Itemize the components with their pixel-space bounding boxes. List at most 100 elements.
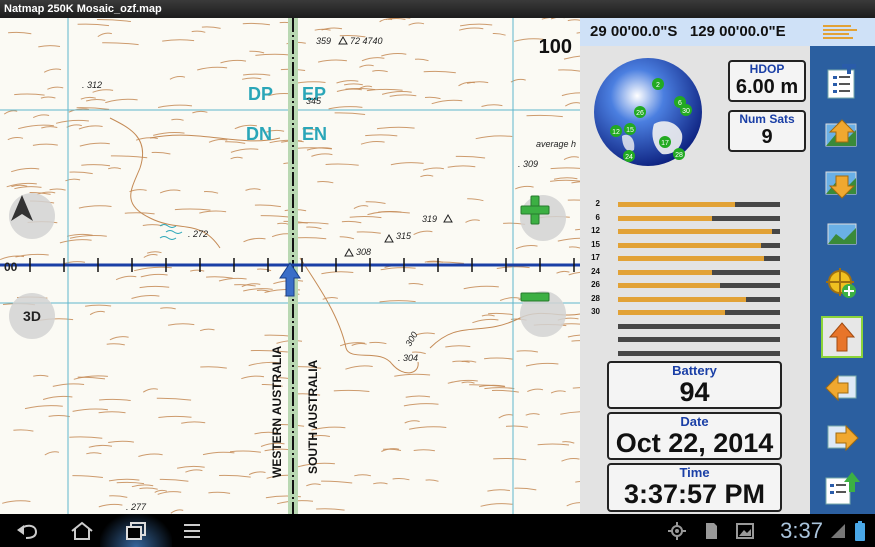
- dune-line: [339, 236, 355, 240]
- dune-line: [394, 373, 431, 377]
- dune-line: [77, 23, 110, 27]
- dune-line: [77, 376, 106, 380]
- dune-line: [557, 237, 580, 242]
- dune-line: [69, 171, 93, 175]
- time-box: Time 3:37:57 PM: [607, 463, 782, 512]
- dune-line: [140, 273, 168, 278]
- water-mark: [159, 236, 177, 240]
- spot-height-label: 359: [316, 36, 332, 46]
- dune-line: [38, 45, 61, 48]
- western-australia-label: WESTERN AUSTRALIA: [270, 345, 284, 478]
- gps-add-button[interactable]: [822, 264, 862, 304]
- dune-line: [89, 310, 105, 316]
- dune-line: [102, 42, 139, 46]
- dune-line: [336, 80, 359, 84]
- dune-line: [208, 491, 231, 494]
- dune-line: [526, 114, 563, 118]
- dune-line: [558, 69, 580, 72]
- satellite-signal-row: 12: [591, 226, 781, 235]
- dune-line: [105, 98, 138, 104]
- dune-line: [565, 102, 580, 107]
- dune-line: [341, 220, 362, 224]
- grid-label-en: EN: [302, 124, 328, 144]
- waypoint-list-button[interactable]: [822, 62, 862, 102]
- menu-button[interactable]: [810, 18, 875, 46]
- dune-line: [97, 32, 113, 38]
- orange-up-arrow-button[interactable]: [821, 316, 863, 358]
- dune-line: [131, 484, 154, 488]
- satellite-id-label: 12: [612, 129, 620, 136]
- spot-height-label: . 272: [188, 229, 209, 239]
- spot-height-label: 308: [356, 247, 372, 257]
- map-up-button[interactable]: [822, 114, 862, 154]
- dune-line: [553, 177, 578, 180]
- dune-line: [81, 164, 111, 167]
- dune-line: [230, 148, 259, 153]
- dune-line: [110, 155, 148, 159]
- num-sats-label: Num Sats: [739, 112, 795, 126]
- signal-bar-fill: [618, 229, 772, 234]
- dune-line: [142, 388, 159, 393]
- back-button[interactable]: [8, 518, 48, 544]
- dune-line: [306, 226, 322, 230]
- previous-map-icon: [825, 374, 857, 402]
- next-map-button[interactable]: [822, 418, 862, 458]
- dune-line: [561, 457, 580, 462]
- dune-line: [243, 237, 266, 243]
- dune-line: [68, 108, 90, 113]
- signal-bar-fill: [618, 202, 735, 207]
- menu-overflow-button[interactable]: [172, 518, 212, 544]
- dune-line: [413, 230, 433, 236]
- signal-icon: [831, 524, 845, 538]
- dune-line: [241, 375, 265, 380]
- dune-line: [460, 23, 493, 27]
- dune-line: [171, 118, 184, 121]
- sd-card-status: [698, 518, 724, 544]
- grid-label-dp: DP: [248, 84, 274, 104]
- dune-line: [351, 342, 367, 346]
- orange-up-arrow-icon: [828, 322, 856, 352]
- signal-bar-track: [618, 310, 780, 315]
- dune-line: [2, 500, 31, 504]
- satellite-signal-row: 24: [591, 267, 781, 276]
- image-icon: [736, 523, 754, 539]
- dune-line: [492, 32, 506, 36]
- battery-value: 94: [679, 377, 710, 407]
- satellite-id-label: 24: [625, 154, 633, 161]
- dune-line: [321, 271, 354, 275]
- dune-line: [109, 336, 129, 341]
- view-3d-button[interactable]: 3D: [9, 293, 55, 339]
- dune-line: [488, 312, 513, 316]
- spot-height-marker: [443, 213, 453, 223]
- dune-line: [525, 362, 559, 367]
- dune-line: [336, 88, 362, 92]
- home-button[interactable]: [62, 518, 102, 544]
- dune-line: [498, 414, 514, 419]
- waypoint-list-icon: [827, 64, 856, 99]
- signal-bar-track: [618, 269, 780, 275]
- dune-line: [85, 304, 112, 307]
- previous-map-button[interactable]: [822, 368, 862, 408]
- export-button[interactable]: [822, 468, 862, 508]
- dune-line: [480, 503, 513, 507]
- minus-icon: [520, 292, 550, 302]
- map-view[interactable]: 100 DP EP DN EN 359 72 4740 . 312 345 av…: [0, 18, 580, 514]
- dune-line: [427, 261, 464, 264]
- compass-button[interactable]: [9, 193, 55, 239]
- signal-status: [828, 518, 848, 544]
- dune-line: [365, 134, 398, 137]
- dune-line: [225, 141, 246, 144]
- spot-height-label: 315: [396, 231, 412, 241]
- dune-line: [515, 185, 534, 190]
- battery-label: Battery: [672, 363, 717, 378]
- zoom-out-button[interactable]: [520, 291, 566, 337]
- gps-add-icon: [826, 268, 856, 298]
- satellite-signal-row: 15: [591, 240, 781, 249]
- dune-line: [11, 184, 28, 188]
- signal-bar-track: [618, 215, 780, 221]
- recent-apps-button[interactable]: [100, 514, 172, 547]
- signal-bar-track: [618, 256, 780, 261]
- zoom-in-button[interactable]: [520, 195, 566, 241]
- map-down-button[interactable]: [822, 164, 862, 204]
- map-image-button[interactable]: [822, 214, 862, 254]
